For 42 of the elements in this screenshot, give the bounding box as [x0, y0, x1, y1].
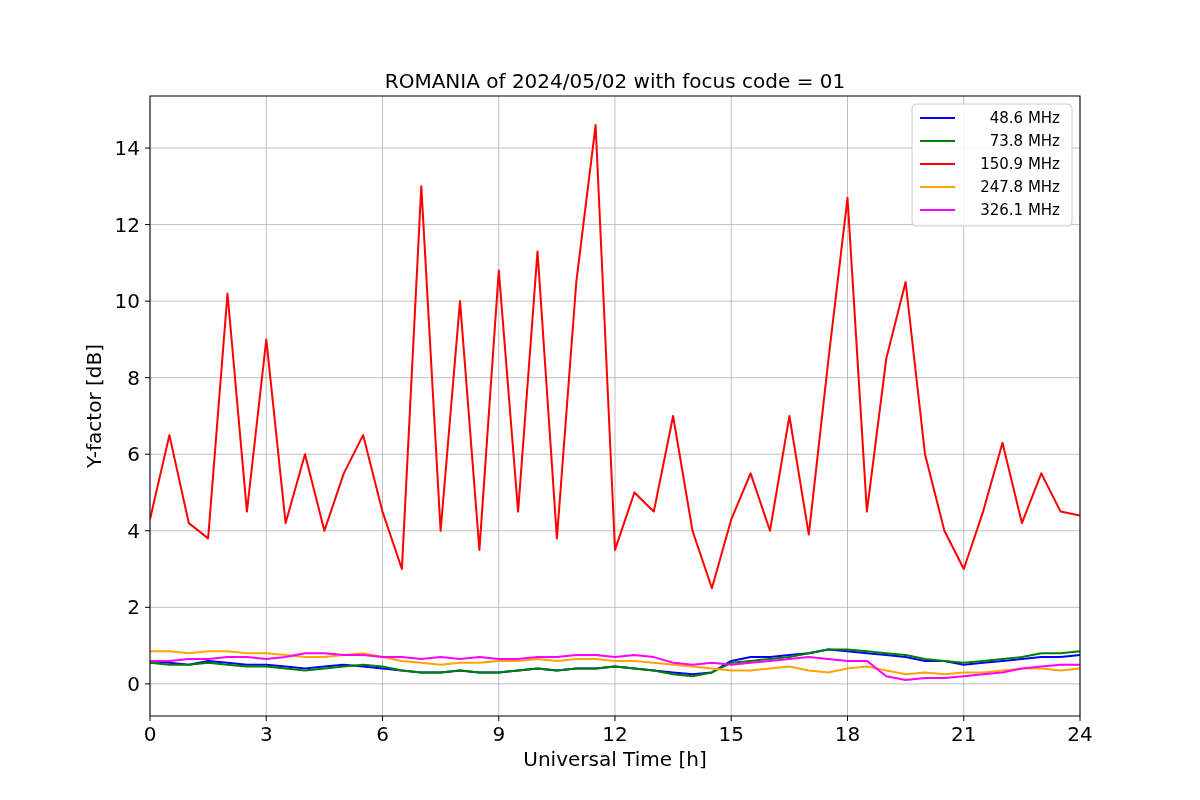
axis-label: Universal Time [h] — [523, 747, 707, 771]
tick-label: 12 — [114, 212, 140, 237]
tick-label: 4 — [127, 518, 140, 543]
tick-label: 0 — [127, 671, 140, 696]
tick-label: 2 — [127, 595, 140, 620]
tick-mark — [847, 715, 848, 722]
tick-mark — [144, 530, 151, 532]
axis-label: Y-factor [dB] — [82, 344, 106, 468]
tick-label: 10 — [114, 289, 140, 314]
tick-label: 21 — [951, 722, 977, 746]
tick-label: 12 — [602, 722, 628, 746]
tick-mark — [144, 377, 151, 379]
tick-mark — [144, 147, 151, 149]
tick-mark — [144, 300, 151, 302]
tick-label: 3 — [259, 722, 273, 746]
legend-label: 326.1 MHz — [980, 201, 1060, 219]
legend-label: 150.9 MHz — [980, 155, 1060, 173]
tick-label: 15 — [718, 722, 744, 746]
tick-label: 0 — [143, 722, 157, 746]
tick-label: 24 — [1067, 722, 1093, 746]
tick-mark — [149, 715, 151, 722]
tick-label: 9 — [492, 722, 506, 746]
tick-mark — [1079, 715, 1081, 722]
tick-mark — [144, 683, 151, 685]
tick-mark — [614, 715, 616, 722]
legend-label: 48.6 MHz — [989, 109, 1060, 127]
tick-mark — [144, 606, 151, 608]
tick-label: 18 — [834, 722, 861, 746]
tick-label: 14 — [114, 136, 140, 161]
tick-label: 6 — [376, 722, 389, 746]
tick-label: 6 — [127, 442, 140, 467]
tick-mark — [498, 715, 500, 722]
tick-mark — [144, 224, 151, 226]
tick-mark — [144, 453, 151, 455]
legend-label: 247.8 MHz — [980, 178, 1060, 196]
tick-mark — [382, 715, 383, 722]
chart-title: ROMANIA of 2024/05/02 with focus code = 01 — [384, 69, 846, 93]
tick-label: 8 — [127, 365, 140, 390]
tick-mark — [963, 715, 965, 722]
tick-mark — [730, 715, 732, 722]
legend-label: 73.8 MHz — [989, 132, 1060, 150]
tick-mark — [265, 715, 267, 722]
